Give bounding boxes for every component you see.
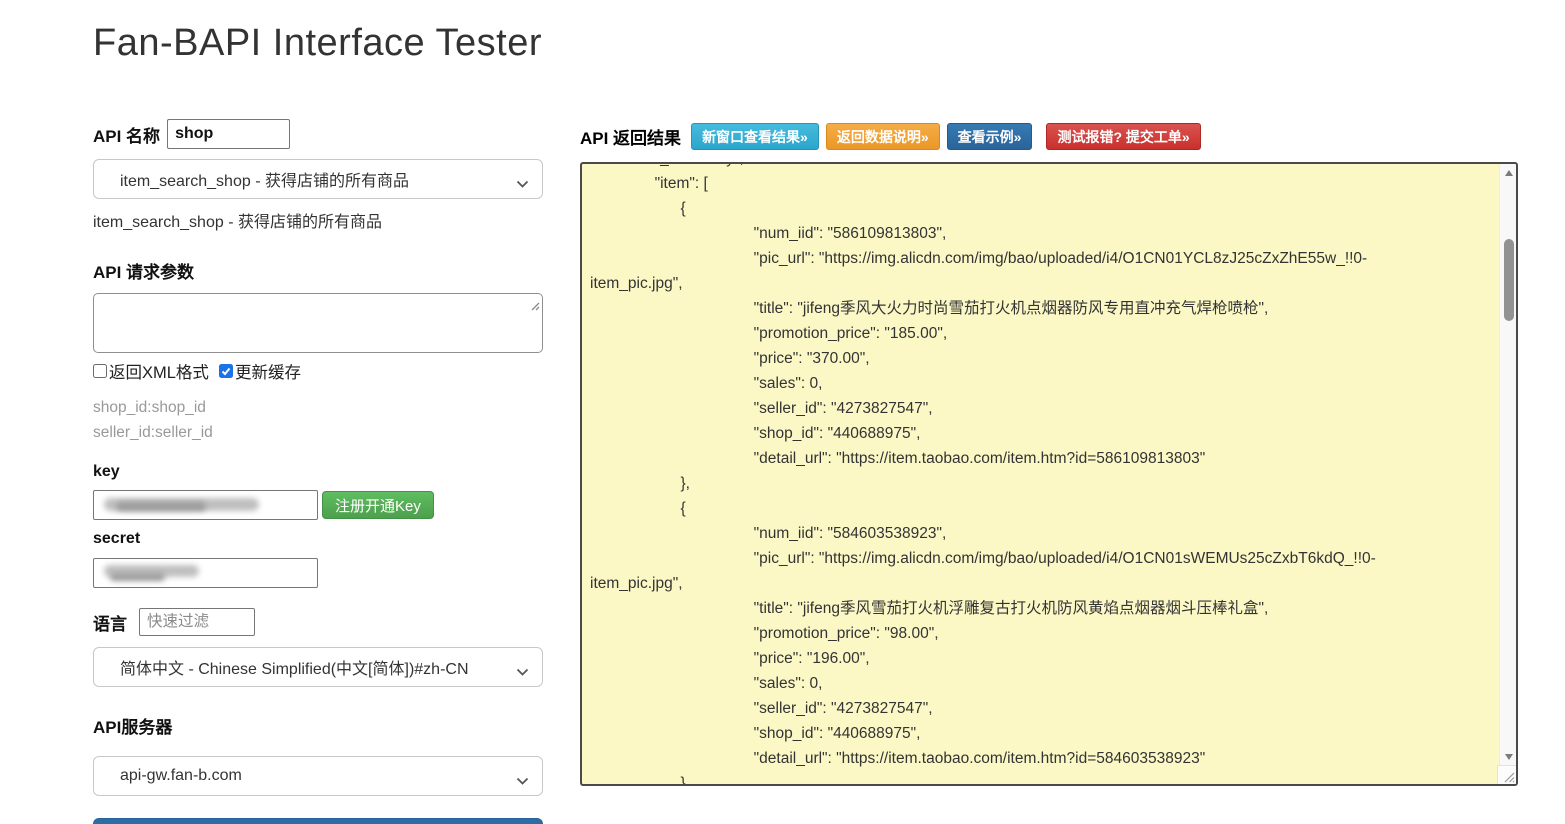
scroll-up-icon[interactable] — [1500, 164, 1516, 181]
results-heading: API 返回结果 — [580, 129, 682, 148]
secret-redacted-value-overlay — [110, 573, 165, 581]
api-name-label: API 名称 — [93, 126, 161, 146]
resize-grip-icon[interactable] — [486, 294, 540, 350]
result-output-box[interactable]: "_ddf": "xny", "item": [ { "num_iid": "5… — [580, 162, 1518, 786]
param-hint-shop-id: shop_id:shop_id — [93, 399, 206, 416]
key-label: key — [93, 463, 120, 480]
secret-label: secret — [93, 530, 141, 547]
api-select-value: item_search_shop - 获得店铺的所有商品 — [120, 173, 409, 190]
resize-grip-icon[interactable] — [1497, 765, 1516, 784]
params-label: API 请求参数 — [93, 263, 195, 282]
xml-format-checkbox[interactable]: 返回XML格式 — [93, 359, 209, 383]
scroll-down-icon[interactable] — [1500, 748, 1516, 765]
language-select-value: 简体中文 - Chinese Simplified(中文[简体])#zh-CN — [120, 661, 469, 678]
language-filter-input[interactable] — [139, 608, 255, 636]
param-hint-seller-id: seller_id:seller_id — [93, 424, 213, 441]
request-form: API 名称 item_search_shop - 获得店铺的所有商品 item… — [93, 119, 543, 824]
refresh-cache-checkbox-label: 更新缓存 — [234, 364, 301, 382]
page-title: Fan-BAPI Interface Tester — [93, 22, 542, 64]
params-textarea[interactable]: shop_id=440688975&seller_id=4273827547&p… — [93, 293, 543, 353]
checkbox-checked-icon — [218, 364, 233, 378]
language-select[interactable]: 简体中文 - Chinese Simplified(中文[简体])#zh-CN — [93, 647, 543, 687]
api-select[interactable]: item_search_shop - 获得店铺的所有商品 — [93, 159, 543, 199]
xml-format-checkbox-label: 返回XML格式 — [109, 364, 209, 382]
checkbox-unchecked-icon — [93, 364, 107, 378]
page: Fan-BAPI Interface Tester API 名称 item_se… — [0, 22, 1565, 824]
api-name-input[interactable] — [167, 119, 291, 149]
secret-input[interactable] — [93, 558, 318, 588]
chevron-down-icon — [516, 773, 529, 791]
key-redacted-value-overlay — [116, 502, 206, 511]
server-select[interactable]: api-gw.fan-b.com — [93, 756, 543, 796]
result-scrollbar[interactable] — [1499, 164, 1516, 765]
api-select-hint: item_search_shop - 获得店铺的所有商品 — [93, 214, 382, 231]
server-label: API服务器 — [93, 718, 173, 737]
register-key-button[interactable]: 注册开通Key — [322, 491, 434, 519]
chevron-down-icon — [516, 664, 529, 682]
data-docs-button[interactable]: 返回数据说明» — [825, 123, 940, 150]
server-select-value: api-gw.fan-b.com — [120, 767, 242, 784]
chevron-down-icon — [516, 176, 529, 194]
results-panel: API 返回结果 新窗口查看结果» 返回数据说明» 查看示例» 测试报错? 提交… — [580, 123, 1518, 824]
report-error-button[interactable]: 测试报错? 提交工单» — [1046, 123, 1201, 150]
test-button[interactable]: 测试 — [93, 818, 543, 824]
key-input[interactable] — [93, 490, 318, 520]
scroll-thumb[interactable] — [1503, 239, 1514, 321]
json-output: "_ddf": "xny", "item": [ { "num_iid": "5… — [590, 164, 1376, 786]
refresh-cache-checkbox[interactable]: 更新缓存 — [218, 359, 301, 383]
open-new-window-button[interactable]: 新窗口查看结果» — [691, 123, 819, 150]
view-example-button[interactable]: 查看示例» — [946, 123, 1033, 150]
language-label: 语言 — [93, 614, 127, 634]
